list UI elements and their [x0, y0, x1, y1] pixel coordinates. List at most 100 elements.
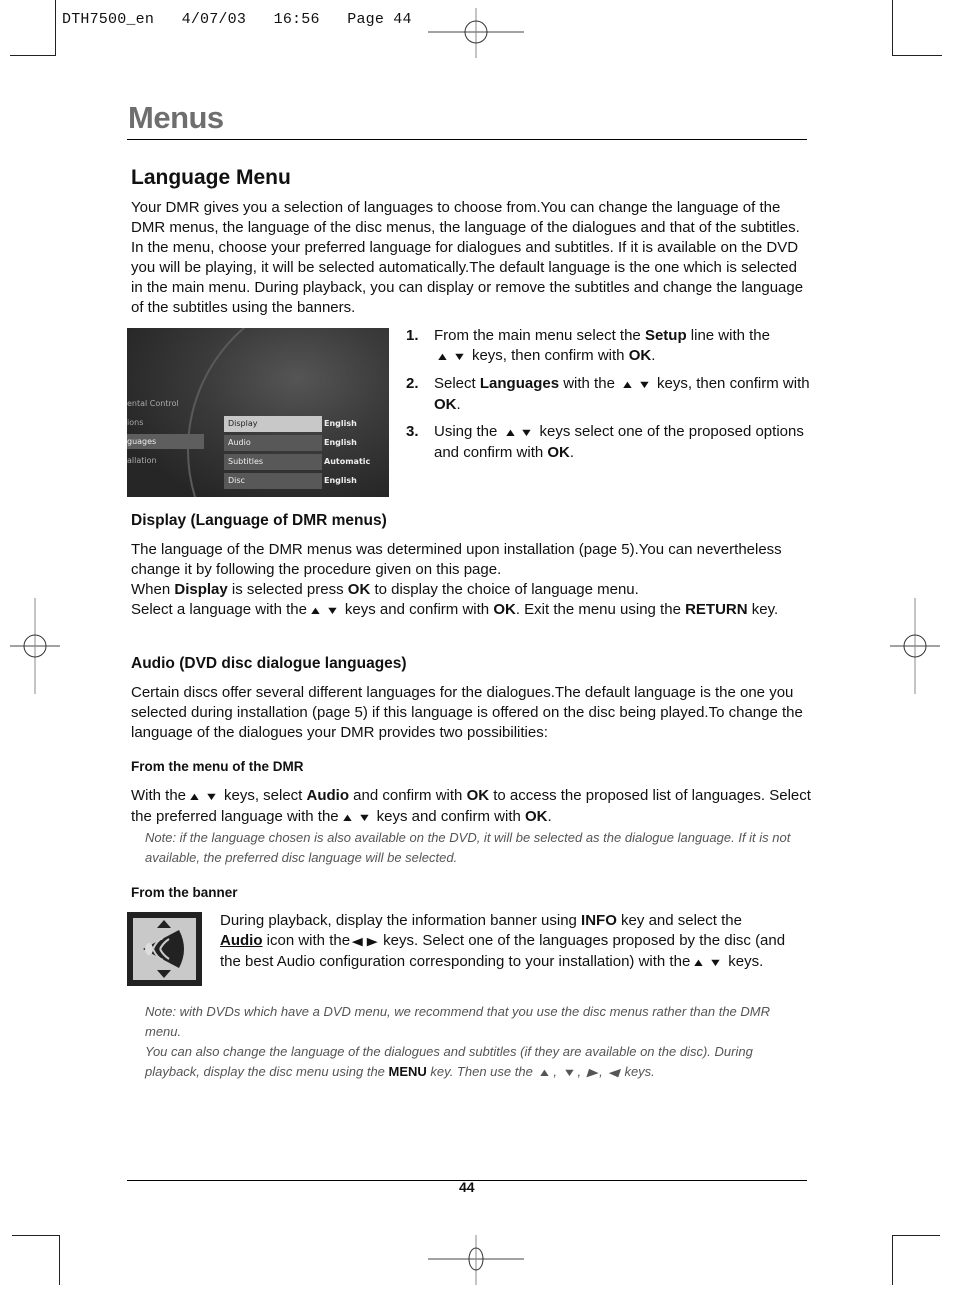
banner-heading: From the banner: [131, 885, 238, 900]
text: to display the choice of language menu.: [370, 581, 639, 598]
up-arrow-icon: ▲: [435, 351, 450, 363]
left-menu-item: allation: [127, 456, 157, 465]
down-arrow-icon: ▼: [356, 812, 372, 824]
text: During playback, display the information…: [220, 912, 582, 929]
text: icon with the: [262, 932, 351, 949]
page-title: Menus: [128, 100, 224, 135]
down-arrow-icon: ▼: [708, 957, 723, 969]
audio-link: Audio: [220, 932, 263, 949]
key-term: OK: [434, 396, 457, 413]
text: The language of the DMR menus was determ…: [131, 541, 782, 578]
text: .: [569, 444, 575, 461]
left-menu-item: ions: [127, 418, 144, 427]
crop-mark: [12, 1235, 60, 1236]
audio-icon: [127, 912, 202, 986]
text: Select a language with the: [131, 601, 307, 618]
text: .: [456, 396, 461, 413]
key-term: MENU: [388, 1064, 427, 1079]
banner-paragraph: During playback, display the information…: [220, 911, 810, 973]
text: key. Then use the: [426, 1064, 537, 1079]
text: .: [651, 347, 656, 364]
option-display: Display: [224, 416, 322, 432]
crop-mark: [892, 1235, 893, 1285]
crop-mark: [892, 1235, 940, 1236]
key-term: INFO: [581, 912, 617, 929]
left-arrow-icon: ◀: [351, 936, 363, 948]
right-arrow-icon: ▶: [586, 1067, 598, 1079]
crop-mark: [10, 55, 56, 56]
right-arrow-icon: ▶: [366, 936, 378, 948]
print-slug: DTH7500_en 4/07/03 16:56 Page 44: [62, 11, 412, 28]
text: is selected press: [227, 581, 348, 598]
title-rule: [127, 139, 807, 140]
step-number: 3.: [406, 423, 419, 440]
display-paragraph: The language of the DMR menus was determ…: [131, 540, 811, 621]
text: keys.: [620, 1064, 655, 1079]
up-arrow-icon: ▲: [502, 427, 518, 439]
down-arrow-icon: ▼: [325, 605, 340, 617]
crop-mark: [892, 55, 942, 56]
registration-mark-bottom: [428, 1235, 524, 1285]
text: .: [547, 808, 552, 825]
crop-mark: [55, 0, 56, 55]
text: From the main menu select the: [434, 327, 645, 344]
text: keys, then confirm with: [471, 347, 629, 364]
disc-graphic: [187, 328, 389, 497]
key-term: OK: [628, 347, 652, 364]
down-arrow-icon: ▼: [204, 791, 219, 803]
key-term: OK: [493, 601, 516, 618]
option-value: Automatic: [324, 457, 371, 466]
menu-screenshot: ental Control ions guages allation Displ…: [127, 328, 389, 497]
option-value: English: [324, 476, 357, 485]
up-arrow-icon: ▲: [340, 812, 355, 824]
text: with the: [559, 375, 620, 392]
down-arrow-icon: ▼: [561, 1067, 577, 1079]
option-disc: Disc: [224, 473, 322, 489]
key-term: OK: [525, 808, 548, 825]
key-term: OK: [547, 444, 570, 461]
registration-mark-left: [10, 598, 60, 694]
registration-mark-right: [890, 598, 940, 694]
up-arrow-icon: ▲: [187, 791, 202, 803]
option-audio: Audio: [224, 435, 322, 451]
up-arrow-icon: ▲: [308, 605, 323, 617]
text: and confirm with: [349, 787, 467, 804]
text: With the: [131, 787, 187, 804]
text: Note: with DVDs which have a DVD menu, w…: [145, 1004, 771, 1039]
crop-mark: [892, 0, 893, 55]
text: Select: [434, 375, 480, 392]
down-arrow-icon: ▼: [452, 351, 467, 363]
left-arrow-icon: ◀: [608, 1067, 620, 1079]
text: keys and confirm with: [344, 601, 494, 618]
audio-intro: Certain discs offer several different la…: [131, 684, 803, 741]
key-term: Display: [174, 581, 228, 598]
down-arrow-icon: ▼: [519, 427, 534, 439]
text: When: [131, 581, 175, 598]
up-arrow-icon: ▲: [691, 957, 706, 969]
display-heading: Display (Language of DMR menus): [131, 512, 387, 529]
text: line with the: [686, 327, 770, 344]
dmr-heading: From the menu of the DMR: [131, 759, 304, 774]
dmr-paragraph: With the▲ ▼ keys, select Audio and confir…: [131, 786, 811, 828]
option-subtitles: Subtitles: [224, 454, 322, 470]
key-term: OK: [466, 787, 490, 804]
text: keys.: [728, 953, 764, 970]
key-term: RETURN: [685, 601, 748, 618]
key-term: Setup: [644, 327, 687, 344]
left-menu-item: ental Control: [127, 399, 179, 408]
down-arrow-icon: ▼: [637, 379, 652, 391]
text: key.: [747, 601, 779, 618]
registration-mark-top: [428, 8, 524, 58]
step-2: 2. Select Languages with the ▲ ▼ keys, th…: [406, 374, 816, 414]
step-number: 1.: [406, 327, 419, 344]
up-arrow-icon: ▲: [537, 1067, 552, 1079]
audio-heading: Audio (DVD disc dialogue languages): [131, 655, 407, 672]
text: keys and confirm with: [376, 808, 525, 825]
note-dialogue-language: Note: if the language chosen is also ava…: [145, 830, 791, 865]
option-value: English: [324, 438, 357, 447]
text: keys, then confirm with: [657, 375, 810, 392]
crop-mark: [59, 1235, 60, 1285]
page-number: 44: [459, 1179, 475, 1195]
text: keys, select: [223, 787, 307, 804]
option-value: English: [324, 419, 357, 428]
